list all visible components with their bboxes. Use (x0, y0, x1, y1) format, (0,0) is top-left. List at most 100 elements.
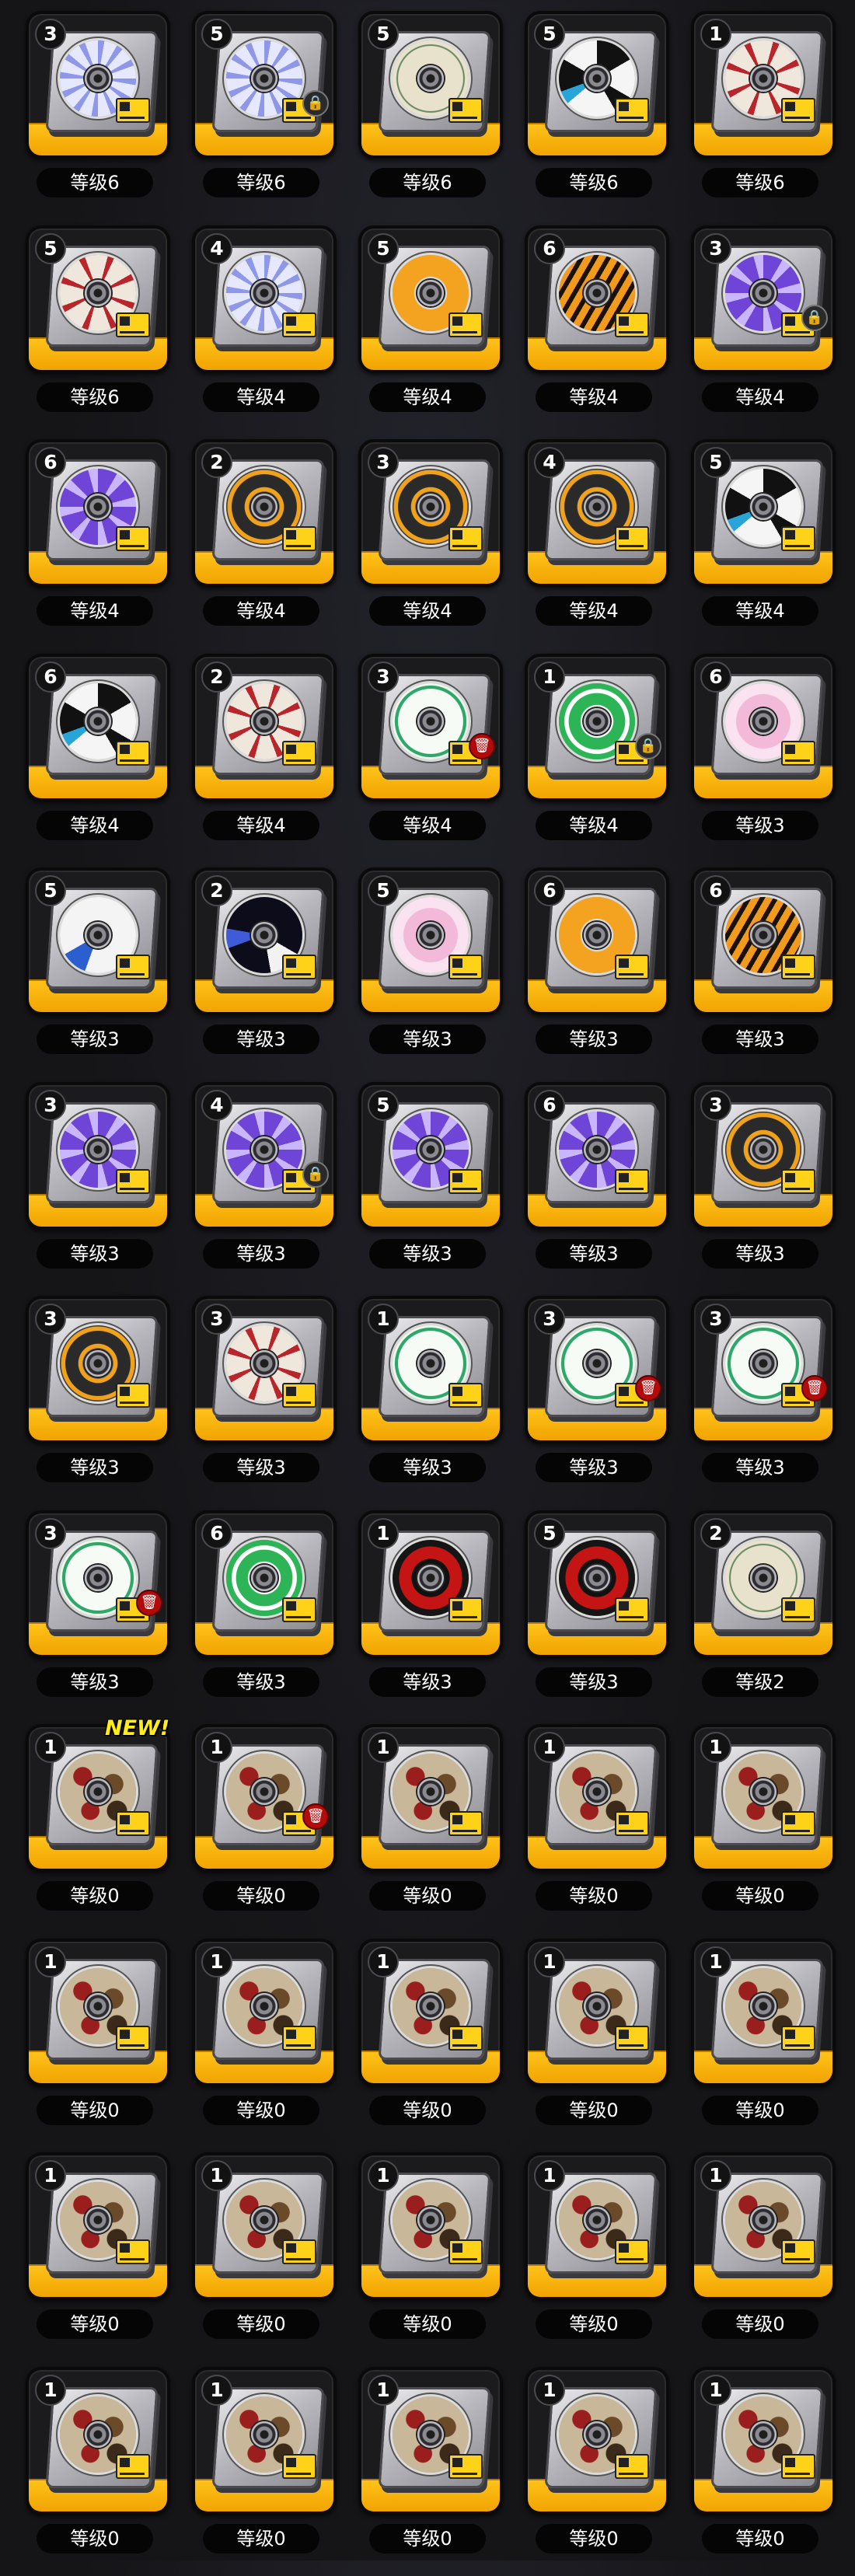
lock-icon[interactable]: 🔒 (801, 305, 828, 331)
disc-item[interactable]: 3🗑等级3 (677, 1291, 843, 1506)
disc-item[interactable]: 1等级0 (511, 2362, 677, 2576)
disc-card[interactable]: 1🗑 (192, 1724, 337, 1872)
lock-icon[interactable]: 🔒 (302, 1161, 329, 1188)
disc-card[interactable]: 1 (26, 2152, 170, 2300)
disc-item[interactable]: 1NEW!等级0 (12, 1719, 178, 1934)
trash-icon[interactable]: 🗑 (635, 1375, 661, 1401)
disc-card[interactable]: 6 (525, 867, 669, 1015)
disc-card[interactable]: 1 (26, 1939, 170, 2086)
disc-card[interactable]: 6 (691, 654, 836, 801)
disc-item[interactable]: 3🗑等级3 (12, 1506, 178, 1720)
disc-card[interactable]: 6 (525, 1082, 669, 1230)
disc-item[interactable]: 3等级3 (178, 1291, 344, 1506)
disc-item[interactable]: 1等级0 (344, 2362, 511, 2576)
disc-item[interactable]: 1等级0 (677, 1719, 843, 1934)
disc-card[interactable]: 1 (358, 2152, 503, 2300)
disc-card[interactable]: 6 (192, 1510, 337, 1658)
trash-icon[interactable]: 🗑 (469, 733, 495, 759)
disc-card[interactable]: 5 (358, 867, 503, 1015)
disc-card[interactable]: 1 (691, 11, 836, 159)
disc-card[interactable]: 1 (26, 2367, 170, 2515)
disc-item[interactable]: 1等级0 (344, 1719, 511, 1934)
disc-card[interactable]: 5 (26, 225, 170, 373)
disc-card[interactable]: 5 (26, 867, 170, 1015)
lock-icon[interactable]: 🔒 (302, 90, 329, 117)
disc-card[interactable]: 3 (26, 1082, 170, 1230)
disc-card[interactable]: 2 (192, 439, 337, 587)
disc-card[interactable]: 2 (192, 654, 337, 801)
disc-card[interactable]: 1 (691, 1939, 836, 2086)
disc-card[interactable]: 5 (358, 11, 503, 159)
disc-item[interactable]: 1🗑等级0 (178, 1719, 344, 1934)
disc-card[interactable]: 5 (691, 439, 836, 587)
trash-icon[interactable]: 🗑 (136, 1590, 162, 1616)
disc-card[interactable]: 1 (192, 2152, 337, 2300)
disc-card[interactable]: 1 (525, 1939, 669, 2086)
disc-item[interactable]: 1等级0 (178, 2362, 344, 2576)
disc-card[interactable]: 1 (691, 2152, 836, 2300)
disc-card[interactable]: 6 (26, 654, 170, 801)
disc-card[interactable]: 4🔒 (192, 1082, 337, 1230)
disc-item[interactable]: 6等级3 (511, 863, 677, 1077)
disc-card[interactable]: 1 (525, 2152, 669, 2300)
disc-item[interactable]: 4等级4 (511, 435, 677, 649)
disc-item[interactable]: 5等级6 (344, 6, 511, 221)
disc-item[interactable]: 1等级0 (677, 2362, 843, 2576)
disc-item[interactable]: 5等级6 (511, 6, 677, 221)
disc-item[interactable]: 1等级0 (677, 1934, 843, 2148)
disc-item[interactable]: 2等级2 (677, 1506, 843, 1720)
disc-item[interactable]: 6等级4 (12, 649, 178, 864)
disc-card[interactable]: 6 (26, 439, 170, 587)
disc-item[interactable]: 5等级3 (344, 863, 511, 1077)
disc-item[interactable]: 1等级6 (677, 6, 843, 221)
disc-item[interactable]: 6等级4 (12, 435, 178, 649)
disc-card[interactable]: 5 (525, 11, 669, 159)
disc-item[interactable]: 3🔒等级4 (677, 221, 843, 435)
disc-card[interactable]: 3🗑 (525, 1296, 669, 1443)
disc-item[interactable]: 4🔒等级3 (178, 1077, 344, 1292)
disc-item[interactable]: 6等级4 (511, 221, 677, 435)
disc-card[interactable]: 6 (691, 867, 836, 1015)
disc-item[interactable]: 4等级4 (178, 221, 344, 435)
disc-card[interactable]: 1🔒 (525, 654, 669, 801)
disc-item[interactable]: 3等级3 (677, 1077, 843, 1292)
disc-card[interactable]: 1 (192, 2367, 337, 2515)
disc-item[interactable]: 3🗑等级4 (344, 649, 511, 864)
disc-item[interactable]: 3等级3 (12, 1077, 178, 1292)
disc-item[interactable]: 1等级3 (344, 1506, 511, 1720)
disc-card[interactable]: 3 (26, 11, 170, 159)
disc-item[interactable]: 3等级3 (12, 1291, 178, 1506)
disc-item[interactable]: 6等级3 (677, 863, 843, 1077)
disc-item[interactable]: 1等级0 (178, 2148, 344, 2362)
disc-item[interactable]: 3🗑等级3 (511, 1291, 677, 1506)
disc-card[interactable]: 1 (358, 1510, 503, 1658)
disc-card[interactable]: 1 (358, 1939, 503, 2086)
disc-card[interactable]: 5 (358, 1082, 503, 1230)
disc-card[interactable]: 1 (358, 1296, 503, 1443)
disc-item[interactable]: 1等级0 (12, 2148, 178, 2362)
disc-card[interactable]: 3🗑 (358, 654, 503, 801)
disc-card[interactable]: 3 (192, 1296, 337, 1443)
disc-card[interactable]: 1 (691, 2367, 836, 2515)
disc-item[interactable]: 1等级0 (511, 1719, 677, 1934)
disc-card[interactable]: 1 (358, 2367, 503, 2515)
disc-card[interactable]: 3 (691, 1082, 836, 1230)
disc-item[interactable]: 2等级4 (178, 435, 344, 649)
disc-card[interactable]: 3🗑 (26, 1510, 170, 1658)
disc-card[interactable]: 4 (192, 225, 337, 373)
disc-item[interactable]: 3等级6 (12, 6, 178, 221)
disc-item[interactable]: 1等级0 (344, 2148, 511, 2362)
disc-item[interactable]: 1等级0 (677, 2148, 843, 2362)
disc-item[interactable]: 5等级4 (344, 221, 511, 435)
disc-item[interactable]: 5等级6 (12, 221, 178, 435)
disc-card[interactable]: 3🔒 (691, 225, 836, 373)
disc-item[interactable]: 5🔒等级6 (178, 6, 344, 221)
disc-item[interactable]: 5等级4 (677, 435, 843, 649)
disc-item[interactable]: 1等级0 (12, 2362, 178, 2576)
disc-item[interactable]: 2等级4 (178, 649, 344, 864)
disc-card[interactable]: 3 (26, 1296, 170, 1443)
trash-icon[interactable]: 🗑 (302, 1803, 329, 1830)
disc-card[interactable]: 1 (26, 1724, 170, 1872)
disc-item[interactable]: 1等级0 (511, 2148, 677, 2362)
disc-item[interactable]: 5等级3 (12, 863, 178, 1077)
